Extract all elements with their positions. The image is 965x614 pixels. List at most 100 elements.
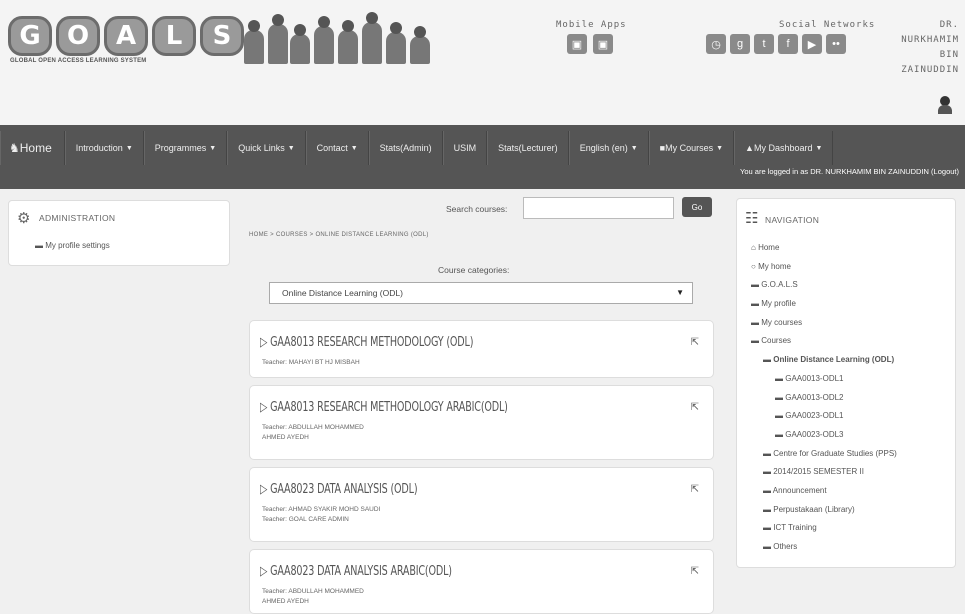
administration-title: ADMINISTRATION bbox=[39, 213, 116, 223]
nav-tree-label: Online Distance Learning (ODL) bbox=[773, 355, 895, 365]
nav-item-programmes[interactable]: Programmes ▼ bbox=[143, 131, 228, 165]
folder-icon: ▬ bbox=[763, 485, 773, 495]
circle-icon: ○ bbox=[751, 261, 759, 271]
course-title-link[interactable]: ▷ GAA8023 DATA ANALYSIS (ODL) bbox=[260, 482, 418, 497]
caret-down-icon: ▼ bbox=[350, 144, 358, 152]
nav-item-stats-admin[interactable]: Stats(Admin) bbox=[368, 131, 443, 165]
nav-tree-item[interactable]: ▬ My profile bbox=[751, 295, 897, 314]
course-title-link[interactable]: ▷ GAA8023 DATA ANALYSIS ARABIC(ODL) bbox=[260, 564, 452, 579]
folder-icon: ▬ bbox=[775, 429, 786, 439]
goals-logo[interactable]: GOALS bbox=[8, 16, 244, 56]
main-navbar: ♞ Home Introduction ▼ Programmes ▼ Quick Link… bbox=[0, 125, 965, 189]
gear-icon: ⚙ bbox=[17, 210, 31, 227]
nav-item-label: Contact bbox=[316, 143, 348, 153]
search-go-button[interactable]: Go bbox=[682, 197, 712, 217]
nav-tree-label: ICT Training bbox=[773, 523, 817, 533]
course-icon: ▷ bbox=[260, 482, 271, 497]
course-title-link[interactable]: ▷ GAA8013 RESEARCH METHODOLOGY ARABIC(OD… bbox=[260, 400, 508, 415]
google-plus-icon[interactable]: g bbox=[730, 34, 750, 54]
nav-tree-item[interactable]: ▬ Perpustakaan (Library) bbox=[751, 501, 897, 520]
teacher-line[interactable]: Teacher: ABDULLAH MOHAMMED bbox=[262, 587, 364, 597]
nav-tree-item[interactable]: ▬ Courses bbox=[751, 332, 897, 351]
folder-icon: ▬ bbox=[775, 373, 786, 383]
nav-tree-item[interactable]: ▬ G.O.A.L.S bbox=[751, 276, 897, 295]
nav-tree-item[interactable]: ▬ Others bbox=[751, 538, 897, 557]
nav-tree-item[interactable]: ▬ ICT Training bbox=[751, 519, 897, 538]
folder-icon: ▬ bbox=[775, 411, 786, 421]
nav-tree-item[interactable]: ▬ GAA0023-ODL3 bbox=[751, 426, 897, 445]
nav-tree-item[interactable]: ○ My home bbox=[751, 258, 897, 277]
course-title-link[interactable]: ▷ GAA8013 RESEARCH METHODOLOGY (ODL) bbox=[260, 335, 473, 350]
folder-icon: ▬ bbox=[763, 523, 774, 533]
teacher-line[interactable]: AHMED AYEDH bbox=[262, 597, 364, 607]
course-box: ▷ GAA8013 RESEARCH METHODOLOGY ARABIC(OD… bbox=[249, 385, 714, 460]
nav-item-label: My Courses bbox=[665, 143, 714, 153]
teacher-line[interactable]: Teacher: GOAL CARE ADMIN bbox=[262, 515, 380, 525]
search-courses-input[interactable] bbox=[523, 197, 674, 219]
user-avatar[interactable] bbox=[937, 96, 953, 114]
nav-tree-label: GAA0023-ODL1 bbox=[785, 411, 844, 421]
nav-item-contact[interactable]: Contact ▼ bbox=[305, 131, 369, 165]
nav-tree-label: Centre for Graduate Studies (PPS) bbox=[773, 448, 897, 458]
folder-icon: ▬ bbox=[763, 542, 774, 551]
breadcrumb[interactable]: HOME > COURSES > ONLINE DISTANCE LEARNIN… bbox=[249, 232, 429, 238]
nav-item-label: USIM bbox=[453, 143, 477, 153]
site-header: GOALS GLOBAL OPEN ACCESS LEARNING SYSTEM… bbox=[0, 0, 965, 125]
nav-item-usim[interactable]: USIM bbox=[442, 131, 488, 165]
nav-tree-label: Home bbox=[758, 243, 780, 252]
ios-app-icon[interactable]: ▣ bbox=[593, 34, 613, 54]
course-title-text: GAA8013 RESEARCH METHODOLOGY ARABIC(ODL) bbox=[270, 400, 508, 415]
course-title-text: GAA8013 RESEARCH METHODOLOGY (ODL) bbox=[270, 335, 474, 350]
navigation-block: ☷ NAVIGATION ⌂ Home ○ My home ▬ G.O.A.L.S ▬… bbox=[736, 198, 956, 568]
nav-tree-item[interactable]: ⌂ Home bbox=[751, 239, 897, 258]
header-people-image bbox=[244, 12, 439, 64]
user-name-line: ZAINUDDIN bbox=[901, 65, 959, 75]
flickr-icon[interactable]: •• bbox=[826, 34, 846, 54]
course-categories-select[interactable]: Online Distance Learning (ODL) ▼ bbox=[269, 282, 693, 304]
course-title-text: GAA8023 DATA ANALYSIS ARABIC(ODL) bbox=[270, 564, 452, 579]
nav-item-english-en[interactable]: English (en) ▼ bbox=[568, 131, 649, 165]
nav-item-label: Stats(Admin) bbox=[379, 143, 432, 153]
enrol-key-icon[interactable]: ⇱ bbox=[691, 402, 699, 413]
facebook-icon[interactable]: f bbox=[778, 34, 798, 54]
teacher-line[interactable]: Teacher: ABDULLAH MOHAMMED bbox=[262, 423, 364, 433]
logo-letter: A bbox=[104, 16, 148, 56]
course-teachers: Teacher: MAHAYI BT HJ MISBAH bbox=[262, 358, 360, 368]
nav-tree-item[interactable]: ▬ 2014/2015 SEMESTER II bbox=[751, 463, 897, 482]
folder-icon: ▬ bbox=[763, 448, 774, 458]
youtube-icon[interactable]: ▶ bbox=[802, 34, 822, 54]
nav-item-introduction[interactable]: Introduction ▼ bbox=[64, 131, 144, 165]
social-networks-title: Social Networks bbox=[779, 20, 876, 30]
sitemap-icon: ☷ bbox=[745, 210, 759, 227]
nav-tree-item[interactable]: ▬ My courses bbox=[751, 314, 897, 333]
android-app-icon[interactable]: ▣ bbox=[567, 34, 587, 54]
nav-item-stats-lecturer[interactable]: Stats(Lecturer) bbox=[487, 131, 569, 165]
twitter-icon[interactable]: t bbox=[754, 34, 774, 54]
nav-item-my-dashboard[interactable]: ▲ My Dashboard ▼ bbox=[734, 131, 834, 165]
teacher-line[interactable]: AHMED AYEDH bbox=[262, 433, 364, 443]
nav-tree-label: Others bbox=[773, 542, 798, 551]
my-profile-settings-link[interactable]: ▬ My profile settings bbox=[35, 241, 110, 250]
user-name[interactable]: DR. NURKHAMIM BIN ZAINUDDIN bbox=[879, 18, 959, 78]
nav-item-quick-links[interactable]: Quick Links ▼ bbox=[227, 131, 306, 165]
course-box: ▷ GAA8013 RESEARCH METHODOLOGY (ODL) ⇱ Tea… bbox=[249, 320, 714, 378]
nav-tree-item[interactable]: ▬ GAA0013-ODL1 bbox=[751, 370, 897, 389]
teacher-line[interactable]: Teacher: MAHAYI BT HJ MISBAH bbox=[262, 358, 360, 368]
enrol-key-icon[interactable]: ⇱ bbox=[691, 484, 699, 495]
logged-in-text[interactable]: You are logged in as DR. NURKHAMIM BIN Z… bbox=[740, 167, 959, 176]
enrol-key-icon[interactable]: ⇱ bbox=[691, 337, 699, 348]
teacher-line[interactable]: Teacher: AHMAD SYAKIR MOHD SAUDI bbox=[262, 505, 380, 515]
enrol-key-icon[interactable]: ⇱ bbox=[691, 566, 699, 577]
nav-item-home[interactable]: ♞ Home bbox=[0, 131, 65, 165]
user-name-line: NURKHAMIM bbox=[901, 35, 959, 45]
course-box: ▷ GAA8023 DATA ANALYSIS ARABIC(ODL) ⇱ Teac… bbox=[249, 549, 714, 614]
nav-tree-item[interactable]: ▬ Online Distance Learning (ODL) bbox=[751, 351, 897, 370]
nav-item-my-courses[interactable]: ■ My Courses ▼ bbox=[648, 131, 735, 165]
nav-tree-item[interactable]: ▬ Centre for Graduate Studies (PPS) bbox=[751, 445, 897, 464]
nav-tree-item[interactable]: ▬ GAA0013-ODL2 bbox=[751, 389, 897, 408]
folder-icon: ▬ bbox=[763, 467, 774, 477]
clock-icon[interactable]: ◷ bbox=[706, 34, 726, 54]
nav-tree-label: My courses bbox=[761, 317, 803, 327]
nav-tree-item[interactable]: ▬ GAA0023-ODL1 bbox=[751, 407, 897, 426]
nav-tree-item[interactable]: ▬ Announcement bbox=[751, 482, 897, 501]
